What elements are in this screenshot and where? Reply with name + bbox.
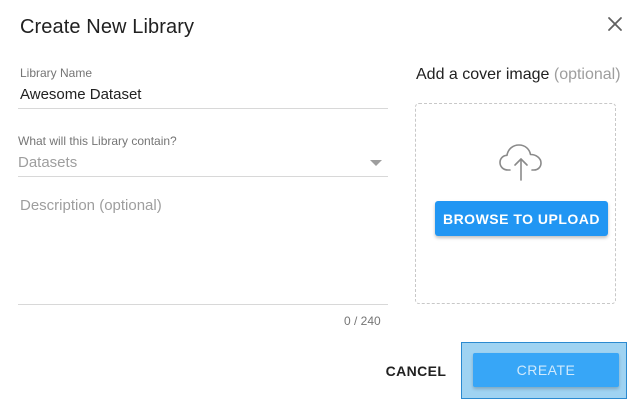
dialog-title: Create New Library	[20, 16, 195, 38]
cover-image-optional: (optional)	[553, 66, 621, 83]
library-contents-label: What will this Library contain?	[18, 134, 177, 148]
create-library-dialog: Create New Library Library Name Awesome …	[0, 0, 637, 413]
library-contents-underline	[18, 176, 388, 177]
cover-image-heading: Add a cover image (optional)	[416, 66, 621, 84]
cancel-button[interactable]: CANCEL	[380, 356, 452, 386]
description-char-counter: 0 / 240	[344, 314, 381, 328]
library-name-input[interactable]: Awesome Dataset	[20, 86, 141, 103]
library-contents-select[interactable]: Datasets	[18, 154, 77, 171]
cloud-upload-icon	[497, 140, 545, 187]
browse-to-upload-button[interactable]: BROWSE TO UPLOAD	[435, 201, 608, 236]
cover-image-title: Add a cover image	[416, 66, 550, 83]
library-name-underline	[18, 108, 388, 109]
description-textarea[interactable]: Description (optional)	[20, 197, 162, 214]
create-button[interactable]: CREATE	[473, 353, 619, 387]
dropdown-arrow-icon[interactable]	[370, 160, 382, 166]
close-icon[interactable]	[604, 13, 626, 35]
library-name-label: Library Name	[20, 66, 93, 80]
description-underline	[18, 304, 388, 305]
